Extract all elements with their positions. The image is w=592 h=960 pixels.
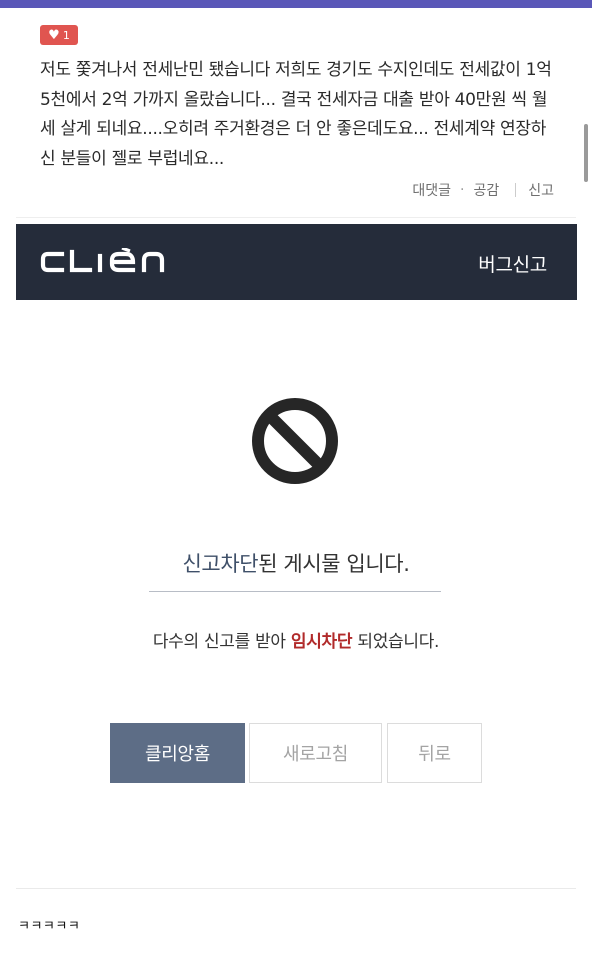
separator-dot: ·	[460, 182, 465, 198]
clien-logo[interactable]	[40, 246, 178, 280]
comment-item: ♥ 1 저도 쫓겨나서 전세난민 됐습니다 저희도 경기도 수지인데도 전세값이…	[0, 8, 592, 218]
caption-text: ㅋㅋㅋㅋㅋ	[18, 919, 81, 934]
site-header: 버그신고	[16, 224, 577, 300]
back-button[interactable]: 뒤로	[387, 723, 482, 783]
blocked-title-highlight: 신고차단	[182, 552, 259, 576]
prohibited-icon	[245, 396, 345, 490]
bug-report-link[interactable]: 버그신고	[478, 250, 547, 277]
title-underline	[149, 591, 441, 592]
blocked-desc-suffix: 되었습니다.	[352, 632, 440, 652]
like-count: 1	[62, 28, 70, 42]
blocked-description: 다수의 신고를 받아 임시차단 되었습니다.	[0, 627, 592, 652]
comment-text: 저도 쫓겨나서 전세난민 됐습니다 저희도 경기도 수지인데도 전세값이 1억5…	[40, 60, 552, 169]
divider	[16, 217, 576, 218]
blocked-title: 신고차단된 게시물 입니다.	[0, 548, 592, 578]
like-badge[interactable]: ♥ 1	[40, 25, 78, 45]
top-status-bar	[0, 0, 592, 8]
like-link[interactable]: 공감	[473, 180, 499, 200]
clien-home-button[interactable]: 클리앙홈	[110, 723, 245, 783]
refresh-button[interactable]: 새로고침	[249, 723, 382, 783]
blocked-desc-prefix: 다수의 신고를 받아	[152, 632, 291, 652]
clien-logo-graphic	[40, 246, 165, 273]
scrollbar[interactable]	[584, 124, 588, 182]
blocked-desc-highlight: 임시차단	[290, 632, 353, 652]
separator-bar	[515, 183, 517, 197]
blocked-title-rest: 된 게시물 입니다.	[258, 552, 410, 576]
reply-link[interactable]: 대댓글	[412, 180, 451, 200]
divider	[16, 888, 576, 889]
report-link[interactable]: 신고	[528, 180, 554, 200]
heart-icon: ♥	[48, 27, 60, 43]
comment-actions: 대댓글 · 공감 신고	[412, 180, 554, 200]
